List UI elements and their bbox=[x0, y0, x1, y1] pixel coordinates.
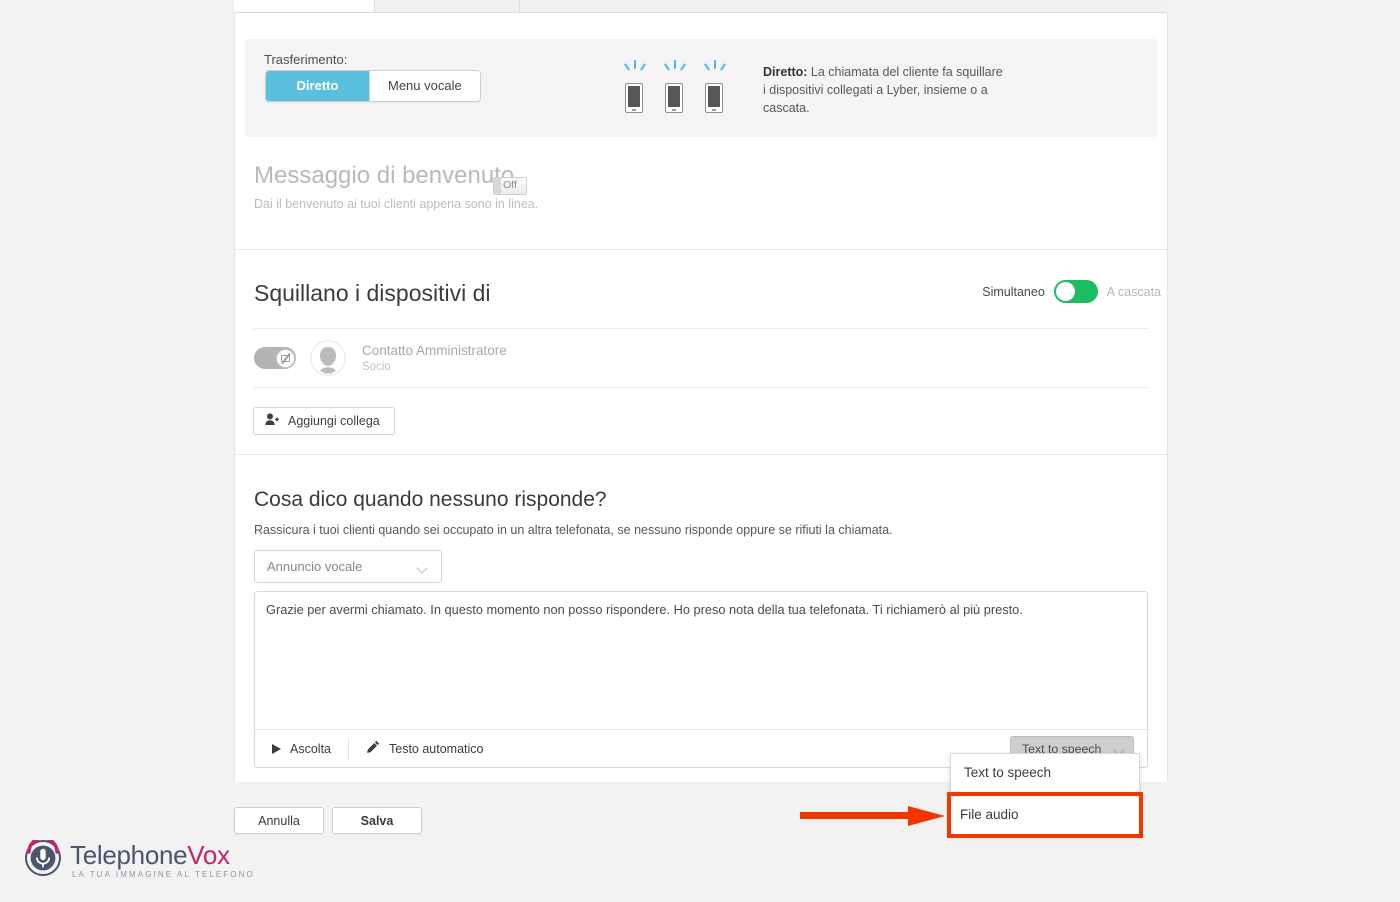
auto-text-button[interactable]: Testo automatico bbox=[349, 731, 501, 767]
message-text[interactable]: Grazie per avermi chiamato. In questo mo… bbox=[266, 601, 1133, 619]
message-editor[interactable]: Grazie per avermi chiamato. In questo mo… bbox=[254, 591, 1148, 768]
phone-icon bbox=[623, 57, 647, 113]
dropdown-option-text-to-speech[interactable]: Text to speech bbox=[951, 754, 1139, 792]
tab-strip bbox=[234, 0, 1167, 13]
phone-icon bbox=[663, 57, 687, 113]
transfer-panel: Trasferimento: Diretto Menu vocale Diret… bbox=[245, 39, 1157, 137]
transfer-option-diretto[interactable]: Diretto bbox=[266, 71, 369, 101]
save-button[interactable]: Salva bbox=[332, 807, 422, 834]
ring-waves-icon bbox=[703, 58, 727, 74]
dropdown-option-file-audio[interactable]: File audio bbox=[947, 792, 1143, 838]
welcome-toggle-label: Off bbox=[503, 179, 517, 191]
telephonevox-mark-icon bbox=[25, 836, 61, 881]
ring-mode-toggle-group: Simultaneo A cascata bbox=[982, 280, 1161, 303]
contact-row: Contatto Amministratore Socio bbox=[254, 328, 1148, 388]
ring-devices-section: Squillano i dispositivi di Simultaneo A … bbox=[235, 250, 1167, 455]
auto-text-label: Testo automatico bbox=[389, 741, 484, 756]
listen-button[interactable]: Ascolta bbox=[255, 731, 348, 767]
brand-tagline: LA TUA IMMAGINE AL TELEFONO bbox=[72, 870, 255, 879]
contact-enable-toggle[interactable] bbox=[254, 347, 296, 369]
welcome-toggle-off[interactable]: Off bbox=[493, 177, 527, 195]
cancel-button[interactable]: Annulla bbox=[234, 807, 324, 834]
ring-devices-title: Squillano i dispositivi di bbox=[254, 280, 491, 306]
add-colleague-label: Aggiungi collega bbox=[288, 414, 380, 428]
announcement-type-select[interactable]: Annuncio vocale bbox=[254, 550, 442, 583]
contact-name: Contatto Amministratore bbox=[362, 343, 507, 358]
ringing-phones-illustration bbox=[623, 57, 727, 113]
toggle-knob bbox=[1055, 282, 1075, 301]
ring-waves-icon bbox=[663, 58, 687, 74]
call-disabled-icon bbox=[275, 348, 295, 368]
listen-label: Ascolta bbox=[290, 741, 331, 756]
avatar bbox=[310, 340, 346, 376]
brand-name: TelephoneVox bbox=[70, 842, 255, 868]
announcement-type-value: Annuncio vocale bbox=[267, 559, 363, 574]
phone-icon bbox=[703, 57, 727, 113]
ring-mode-label-simultaneo: Simultaneo bbox=[982, 284, 1045, 299]
transfer-option-menu-vocale[interactable]: Menu vocale bbox=[370, 71, 480, 101]
welcome-message-section: Messaggio di benvenuto Off Dai il benven… bbox=[235, 137, 1167, 250]
no-answer-title: Cosa dico quando nessuno risponde? bbox=[254, 488, 607, 511]
ring-mode-label-a-cascata: A cascata bbox=[1106, 284, 1161, 299]
play-icon bbox=[272, 743, 281, 754]
welcome-title: Messaggio di benvenuto bbox=[254, 162, 515, 189]
brand-name-second: Vox bbox=[187, 840, 230, 870]
brand-text: TelephoneVox LA TUA IMMAGINE AL TELEFONO bbox=[70, 842, 255, 879]
chevron-down-icon bbox=[418, 564, 427, 573]
settings-card: Trasferimento: Diretto Menu vocale Diret… bbox=[234, 13, 1168, 794]
ring-waves-icon bbox=[623, 58, 647, 74]
brand-logo: TelephoneVox LA TUA IMMAGINE AL TELEFONO bbox=[25, 836, 255, 881]
no-answer-subtitle: Rassicura i tuoi clienti quando sei occu… bbox=[254, 523, 893, 537]
add-colleague-button[interactable]: Aggiungi collega bbox=[253, 407, 395, 435]
transfer-mode-segmented[interactable]: Diretto Menu vocale bbox=[265, 70, 481, 102]
ring-mode-toggle[interactable] bbox=[1053, 280, 1098, 303]
brand-name-first: Telephone bbox=[70, 840, 188, 870]
welcome-subtitle: Dai il benvenuto ai tuoi clienti appena … bbox=[254, 197, 539, 211]
no-answer-section: Cosa dico quando nessuno risponde? Rassi… bbox=[235, 455, 1167, 794]
transfer-description-strong: Diretto: bbox=[763, 65, 808, 79]
contact-info: Contatto Amministratore Socio bbox=[362, 343, 507, 373]
transfer-label: Trasferimento: bbox=[264, 52, 348, 67]
contact-role: Socio bbox=[362, 361, 391, 373]
audio-source-dropdown[interactable]: Text to speech File audio bbox=[947, 753, 1143, 838]
add-user-icon bbox=[265, 413, 279, 429]
pencil-icon bbox=[366, 740, 380, 757]
transfer-description: Diretto: La chiamata del cliente fa squi… bbox=[763, 63, 1008, 117]
